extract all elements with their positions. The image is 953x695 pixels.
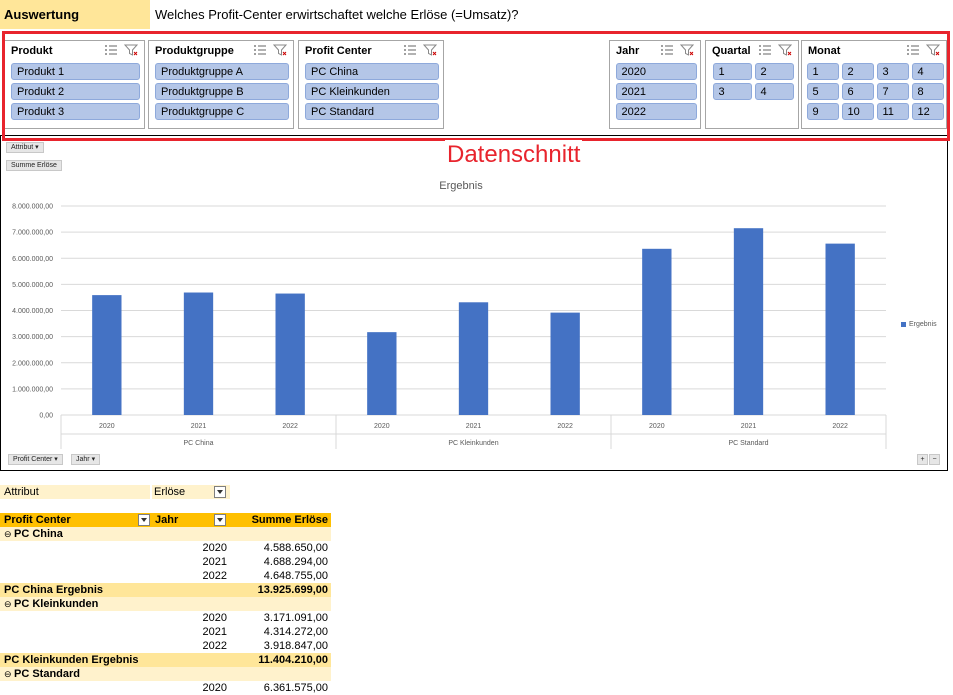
highlight-frame [2,31,950,141]
chevron-down-icon: ▾ [54,456,58,463]
y-tick-label: 0,00 [39,413,53,420]
collapse-icon[interactable]: ⊖ [4,527,12,541]
y-tick-label: 7.000.000,00 [12,230,53,237]
collapse-icon[interactable]: ⊖ [4,667,12,681]
y-tick-label: 1.000.000,00 [12,386,53,393]
pivot-year: 2020 [202,542,227,554]
pivot-chart[interactable]: Attribut ▾ Summe Erlöse Ergebnis 0,00 1.0… [0,135,948,471]
bar [825,243,855,415]
y-tick-label: 2.000.000,00 [12,360,53,367]
pivot-header-jahr: Jahr [155,514,179,526]
pivot-header-profit-center: Profit Center [4,514,71,526]
y-tick-label: 6.000.000,00 [12,256,53,263]
x-tick-label: 2020 [649,423,665,430]
profit-center-dropdown[interactable] [138,514,150,526]
pivot-value: 3.918.847,00 [263,640,328,652]
group-label: PC Standard [728,440,768,447]
x-tick-label: 2022 [282,423,298,430]
x-tick-label: 2021 [466,423,482,430]
pivot-group-label: PC China [14,528,63,540]
chevron-down-icon: ▾ [91,456,96,463]
collapse-icon[interactable]: ⊖ [4,597,12,611]
bar [550,312,580,415]
pivot-header-summe: Summe Erlöse [251,514,328,526]
pivot-value: 4.314.272,00 [263,626,328,638]
pivot-year: 2020 [202,612,227,624]
highlight-caption: Datenschnitt [445,140,583,170]
pivot-year: 2022 [202,640,227,652]
sheet-label: Auswertung [0,0,150,29]
bar [733,228,764,415]
y-tick-label: 8.000.000,00 [12,204,53,211]
pivot-group-label: PC Standard [14,668,81,680]
y-tick-label: 4.000.000,00 [12,308,53,315]
bar [367,332,397,415]
chart-plot: 0,00 1.000.000,00 2.000.000,00 3.000.000,00… [12,204,887,449]
pivot-group-label: PC Kleinkunden [14,598,99,610]
pivot-value: 4.648.755,00 [263,570,328,582]
axis-button-jahr[interactable]: Jahr ▾ [71,454,101,465]
legend-swatch [901,322,906,327]
y-tick-label: 3.000.000,00 [12,334,53,341]
pivot-filter-label: Attribut [0,485,150,499]
pivot-value: 3.171.091,00 [263,612,328,624]
pivot-subtotal-value: 11.404.210,00 [258,654,328,666]
pivot-value: 4.688.294,00 [263,556,328,568]
collapse-button[interactable]: − [929,454,940,465]
axis-button-label: Jahr [76,456,90,463]
bar [92,295,122,415]
x-tick-label: 2020 [99,423,115,430]
x-tick-label: 2022 [832,423,848,430]
pivot-subtotal-label: PC Kleinkunden Ergebnis [4,654,139,666]
x-tick-label: 2021 [741,423,757,430]
group-label: PC Kleinkunden [448,440,498,447]
x-tick-label: 2020 [374,423,390,430]
bar [275,293,305,415]
axis-button-label: Profit Center [13,456,53,463]
pivot-subtotal-label: PC China Ergebnis [4,584,104,596]
jahr-dropdown[interactable] [214,514,226,526]
chart-legend: Ergebnis [901,321,937,328]
bar [458,302,489,415]
pivot-filter-dropdown[interactable] [214,486,226,498]
expand-button[interactable]: + [917,454,928,465]
pivot-year: 2022 [202,570,227,582]
pivot-subtotal-value: 13.925.699,00 [257,584,328,596]
pivot-year: 2021 [202,626,227,638]
legend-label: Ergebnis [909,321,937,328]
bar [642,248,672,415]
bar [183,292,214,415]
pivot-year: 2021 [202,556,227,568]
group-label: PC China [184,440,214,447]
pivot-value: 4.588.650,00 [263,542,328,554]
pivot-value: 6.361.575,00 [263,682,328,694]
pivot-year: 2020 [202,682,227,694]
x-tick-label: 2021 [191,423,207,430]
axis-button-profit-center[interactable]: Profit Center ▾ [8,454,63,465]
question-text: Welches Profit-Center erwirtschaftet wel… [155,7,519,22]
x-tick-label: 2022 [557,423,573,430]
y-tick-label: 5.000.000,00 [12,282,53,289]
